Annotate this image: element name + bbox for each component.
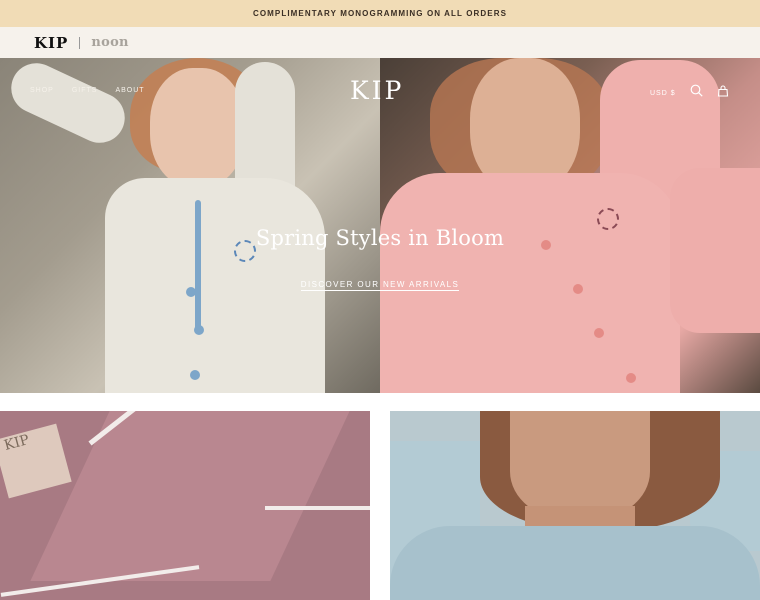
bag-icon[interactable] bbox=[717, 84, 729, 102]
model-left-face bbox=[150, 68, 245, 188]
nav-gifts[interactable]: GIFTS bbox=[72, 87, 98, 94]
brand-divider bbox=[79, 36, 81, 49]
pocket-piping bbox=[265, 506, 370, 510]
blue-piping bbox=[195, 200, 201, 330]
promo-text: COMPLIMENTARY MONOGRAMMING ON ALL ORDERS bbox=[252, 9, 508, 18]
main-nav: SHOP GIFTS ABOUT bbox=[30, 87, 145, 94]
pajama-collar-fold bbox=[30, 411, 350, 581]
model-face bbox=[510, 411, 650, 521]
pajama-button bbox=[594, 328, 604, 338]
promo-bar: COMPLIMENTARY MONOGRAMMING ON ALL ORDERS bbox=[0, 0, 760, 27]
pink-pajama-leg bbox=[670, 168, 760, 333]
garment-label bbox=[0, 423, 72, 499]
nav-about[interactable]: ABOUT bbox=[115, 87, 144, 94]
collection-tile-left[interactable]: KIP bbox=[0, 411, 370, 600]
collection-tile-right[interactable] bbox=[390, 411, 760, 600]
search-icon[interactable] bbox=[690, 84, 703, 102]
hero-headline: Spring Styles in Bloom bbox=[255, 226, 505, 250]
discover-new-arrivals-link[interactable]: DISCOVER OUR NEW ARRIVALS bbox=[300, 280, 460, 291]
hero-cta-wrapper: DISCOVER OUR NEW ARRIVALS bbox=[0, 274, 760, 292]
site-logo[interactable]: KIP bbox=[350, 76, 404, 105]
brand-kip-link[interactable]: KIP bbox=[34, 34, 68, 52]
header-actions: USD $ bbox=[650, 84, 729, 102]
brand-noon-link[interactable]: noon bbox=[91, 35, 128, 50]
currency-selector[interactable]: USD $ bbox=[650, 90, 676, 97]
nav-shop[interactable]: SHOP bbox=[30, 87, 54, 94]
blue-pajama-top bbox=[390, 526, 760, 600]
pajama-button bbox=[626, 373, 636, 383]
brand-switcher: KIP noon bbox=[0, 27, 760, 58]
pajama-button bbox=[190, 370, 200, 380]
pajama-button bbox=[194, 325, 204, 335]
